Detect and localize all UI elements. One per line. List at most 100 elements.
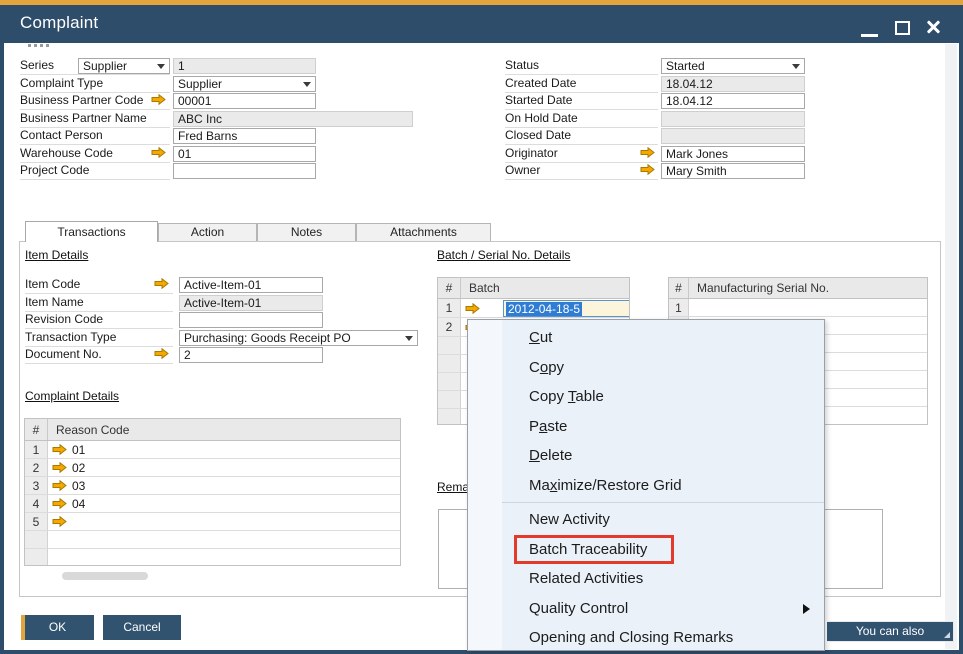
item-code-label: Item Code <box>25 277 173 294</box>
revision-code-field[interactable] <box>179 312 323 328</box>
link-arrow-icon[interactable] <box>52 444 67 455</box>
reason-code-cell[interactable]: 02 <box>72 461 85 475</box>
link-arrow-icon[interactable] <box>154 348 169 359</box>
closed-date-field <box>661 128 805 144</box>
originator-field[interactable]: Mark Jones <box>661 146 805 162</box>
batch-input-cell[interactable]: 2012-04-18-5 <box>503 300 629 317</box>
batch-table-header: # Batch <box>438 278 629 299</box>
complaint-window: Complaint Series Supplier 1 Complaint Ty… <box>0 0 963 654</box>
reason-code-cell[interactable]: 01 <box>72 443 85 457</box>
status-combo[interactable]: Started <box>661 58 805 74</box>
tab-notes[interactable]: Notes <box>257 223 356 241</box>
row-number <box>25 549 48 566</box>
row-number: 1 <box>669 299 689 316</box>
column-header-batch: Batch <box>461 281 629 295</box>
link-arrow-icon[interactable] <box>640 147 655 158</box>
link-arrow-icon[interactable] <box>52 480 67 491</box>
column-header-num: # <box>438 278 461 298</box>
started-date-label: Started Date <box>505 93 658 110</box>
document-no-field[interactable]: 2 <box>179 347 323 363</box>
link-arrow-icon[interactable] <box>465 303 480 314</box>
menu-item-quality-control[interactable]: Quality Control <box>468 594 824 624</box>
reason-code-cell[interactable] <box>48 549 400 566</box>
selected-batch-text[interactable]: 2012-04-18-5 <box>506 302 582 316</box>
link-arrow-icon[interactable] <box>154 278 169 289</box>
close-icon[interactable] <box>925 19 941 35</box>
vertical-scrollbar[interactable] <box>945 44 957 649</box>
link-arrow-icon[interactable] <box>640 164 655 175</box>
tab-action[interactable]: Action <box>158 223 257 241</box>
closed-date-label: Closed Date <box>505 128 658 145</box>
table-row[interactable]: 1 2012-04-18-5 <box>438 299 629 318</box>
menu-item-opening-closing-remarks[interactable]: Opening and Closing Remarks <box>468 623 824 651</box>
warehouse-code-label: Warehouse Code <box>20 146 170 163</box>
titlebar[interactable]: Complaint <box>0 5 963 43</box>
table-row[interactable]: 3 03 <box>25 477 400 495</box>
complaint-type-value: Supplier <box>178 77 222 91</box>
table-row[interactable]: 4 04 <box>25 495 400 513</box>
status-value: Started <box>666 59 705 73</box>
table-row[interactable]: 1 <box>669 299 927 317</box>
reason-code-cell[interactable] <box>48 531 400 548</box>
tab-attachments[interactable]: Attachments <box>356 223 491 241</box>
menu-item-cut[interactable]: Cut <box>468 323 824 353</box>
menu-item-new-activity[interactable]: New Activity <box>468 505 824 535</box>
complaint-type-label: Complaint Type <box>20 76 170 93</box>
tab-transactions[interactable]: Transactions <box>25 221 158 242</box>
table-row[interactable] <box>25 531 400 549</box>
menu-item-paste[interactable]: Paste <box>468 412 824 442</box>
owner-field[interactable]: Mary Smith <box>661 163 805 179</box>
item-code-field[interactable]: Active-Item-01 <box>179 277 323 293</box>
window-border <box>959 43 963 654</box>
row-number: 2 <box>25 459 48 476</box>
window-border <box>0 43 4 654</box>
warehouse-code-field[interactable]: 01 <box>173 146 316 162</box>
complaint-type-combo[interactable]: Supplier <box>173 76 316 92</box>
you-can-also-button[interactable]: You can also <box>826 621 954 642</box>
started-date-field[interactable]: 18.04.12 <box>661 93 805 109</box>
row-number: 1 <box>438 299 461 317</box>
link-arrow-icon[interactable] <box>52 516 67 527</box>
project-code-field[interactable] <box>173 163 316 179</box>
link-arrow-icon[interactable] <box>52 462 67 473</box>
horizontal-scrollbar-thumb[interactable] <box>62 572 148 580</box>
series-number-field: 1 <box>173 58 316 74</box>
table-row[interactable]: 2 02 <box>25 459 400 477</box>
link-arrow-icon[interactable] <box>151 147 166 158</box>
menu-item-maximize-restore-grid[interactable]: Maximize/Restore Grid <box>468 471 824 501</box>
row-number <box>25 531 48 548</box>
bp-name-label: Business Partner Name <box>20 111 170 128</box>
table-row[interactable]: 1 01 <box>25 441 400 459</box>
chevron-down-icon <box>792 64 800 69</box>
cancel-button[interactable]: Cancel <box>103 615 181 640</box>
item-details-heading: Item Details <box>25 248 88 262</box>
series-combo[interactable]: Supplier <box>78 58 170 74</box>
ok-button[interactable]: OK <box>21 615 94 640</box>
you-can-also-label: You can also <box>856 624 924 638</box>
bp-code-field[interactable]: 00001 <box>173 93 316 109</box>
link-arrow-icon[interactable] <box>52 498 67 509</box>
column-header-num: # <box>669 278 689 298</box>
created-date-field: 18.04.12 <box>661 76 805 92</box>
column-header-num: # <box>25 419 48 440</box>
menu-item-copy[interactable]: Copy <box>468 353 824 383</box>
transaction-type-combo[interactable]: Purchasing: Goods Receipt PO <box>179 330 418 346</box>
contact-person-field[interactable]: Fred Barns <box>173 128 316 144</box>
menu-item-batch-traceability[interactable]: Batch Traceability <box>468 535 824 565</box>
minimize-icon[interactable] <box>861 34 878 37</box>
reason-code-cell[interactable]: 03 <box>72 479 85 493</box>
on-hold-date-field <box>661 111 805 127</box>
reason-table-header: # Reason Code <box>25 419 400 441</box>
serial-table-header: # Manufacturing Serial No. <box>669 278 927 299</box>
menu-item-related-activities[interactable]: Related Activities <box>468 564 824 594</box>
menu-item-copy-table[interactable]: Copy Table <box>468 382 824 412</box>
table-row[interactable] <box>25 549 400 566</box>
serial-cell[interactable] <box>689 299 927 316</box>
reason-code-cell[interactable]: 04 <box>72 497 85 511</box>
maximize-icon[interactable] <box>895 21 910 35</box>
bp-name-field: ABC Inc <box>173 111 413 127</box>
link-arrow-icon[interactable] <box>151 94 166 105</box>
context-menu: Cut Copy Copy Table Paste Delete Maximiz… <box>467 319 825 651</box>
menu-item-delete[interactable]: Delete <box>468 441 824 471</box>
table-row[interactable]: 5 <box>25 513 400 531</box>
